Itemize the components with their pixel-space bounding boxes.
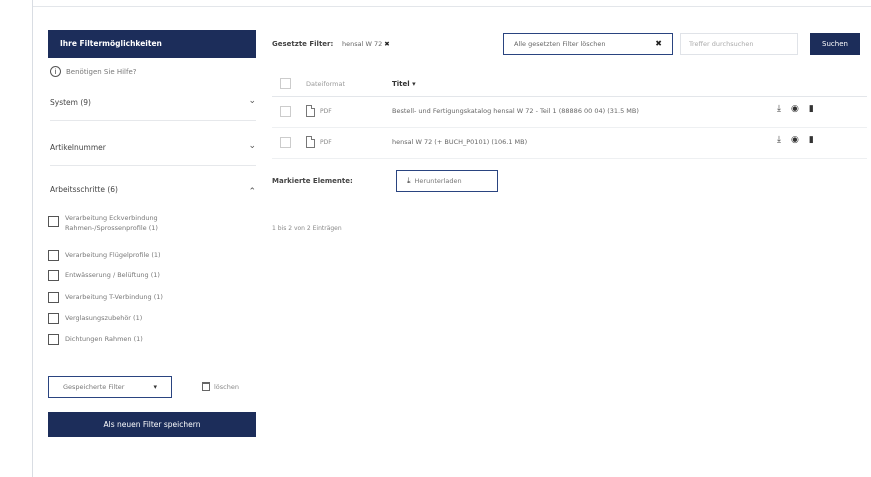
section-system[interactable]: System (9) ⌄ — [50, 96, 256, 107]
table-row: PDF Bestell- und Fertigungskatalog hensa… — [272, 97, 867, 128]
work-step-option[interactable]: Dichtungen Rahmen (1) — [48, 334, 215, 345]
checkbox[interactable] — [48, 292, 59, 303]
work-step-label: Entwässerung / Belüftung (1) — [65, 271, 160, 279]
work-step-option[interactable]: Verglasungszubehör (1) — [48, 313, 215, 324]
info-circle-icon: i — [50, 66, 61, 77]
chevron-down-icon: ⌄ — [248, 141, 256, 151]
row-actions: ⤓ ◉ ▮ — [777, 104, 814, 114]
section-system-label: System (9) — [50, 98, 91, 107]
section-article-number-label: Artikelnummer — [50, 143, 106, 152]
clear-filters-button[interactable]: Alle gesetzten Filter löschen ✖ — [503, 33, 673, 55]
select-all-checkbox[interactable] — [280, 78, 291, 89]
active-filters-label: Gesetzte Filter: — [272, 40, 334, 48]
table-row: PDF hensal W 72 (+ BUCH_P0101) (106.1 MB… — [272, 128, 867, 159]
row-checkbox[interactable] — [280, 106, 291, 117]
eye-icon[interactable]: ◉ — [791, 135, 799, 145]
table-header: Dateiformat Titel ▾ — [272, 72, 867, 97]
download-icon: ⤓ — [407, 176, 411, 185]
row-actions: ⤓ ◉ ▮ — [777, 135, 814, 145]
work-step-option[interactable]: Entwässerung / Belüftung (1) — [48, 270, 215, 281]
clear-filters-label: Alle gesetzten Filter löschen — [514, 40, 606, 48]
divider — [50, 120, 256, 121]
chevron-down-icon: ⌄ — [248, 96, 256, 106]
column-format[interactable]: Dateiformat — [306, 80, 345, 88]
help-label: Benötigen Sie Hilfe? — [66, 67, 137, 76]
trash-icon — [202, 382, 210, 391]
work-step-label: Verarbeitung Eckverbindung Rahmen-/Spros… — [65, 214, 158, 232]
close-icon: ✖ — [655, 39, 662, 48]
work-step-label: Dichtungen Rahmen (1) — [65, 335, 143, 343]
checkbox[interactable] — [48, 313, 59, 324]
row-format: PDF — [320, 139, 332, 146]
pagination-summary: 1 bis 2 von 2 Einträgen — [272, 225, 342, 232]
work-step-option[interactable]: Verarbeitung T-Verbindung (1) — [48, 292, 215, 303]
delete-filter-link[interactable]: löschen — [202, 382, 239, 391]
work-step-label: Verarbeitung Flügelprofile (1) — [65, 251, 161, 259]
book-icon[interactable]: ▮ — [809, 104, 814, 114]
sidebar-header: Ihre Filtermöglichkeiten — [48, 30, 256, 58]
marked-elements-label: Markierte Elemente: — [272, 177, 353, 185]
checkbox[interactable] — [48, 270, 59, 281]
work-step-option[interactable]: Verarbeitung Eckverbindung Rahmen-/Spros… — [48, 213, 215, 233]
checkbox[interactable] — [48, 216, 59, 227]
work-step-label: Verarbeitung T-Verbindung (1) — [65, 293, 163, 301]
row-title[interactable]: Bestell- und Fertigungskatalog hensal W … — [392, 107, 639, 115]
row-title[interactable]: hensal W 72 (+ BUCH_P0101) (106.1 MB) — [392, 138, 527, 146]
section-work-steps[interactable]: Arbeitsschritte (6) ⌃ — [50, 185, 256, 197]
download-icon[interactable]: ⤓ — [777, 135, 781, 145]
download-icon[interactable]: ⤓ — [777, 104, 781, 114]
eye-icon[interactable]: ◉ — [791, 104, 799, 114]
row-checkbox[interactable] — [280, 137, 291, 148]
delete-filter-label: löschen — [214, 382, 239, 391]
search-button[interactable]: Suchen — [810, 33, 860, 55]
chevron-up-icon: ⌃ — [248, 187, 256, 197]
close-icon[interactable]: ✖ — [384, 40, 389, 48]
checkbox[interactable] — [48, 334, 59, 345]
sort-desc-icon: ▾ — [412, 80, 416, 88]
document-icon — [306, 136, 315, 148]
download-button-label: Herunterladen — [414, 177, 462, 185]
filter-sidebar: Ihre Filtermöglichkeiten i Benötigen Sie… — [48, 0, 260, 477]
work-step-option[interactable]: Verarbeitung Flügelprofile (1) — [48, 250, 215, 261]
saved-filter-select-label: Gespeicherte Filter — [63, 383, 125, 391]
save-new-filter-button[interactable]: Als neuen Filter speichern — [48, 412, 256, 437]
saved-filter-select[interactable]: Gespeicherte Filter ▾ — [48, 376, 172, 398]
help-link[interactable]: i Benötigen Sie Hilfe? — [50, 66, 137, 77]
download-selected-button[interactable]: ⤓ Herunterladen — [396, 170, 498, 192]
filter-chip-label: hensal W 72 — [342, 40, 383, 48]
row-format: PDF — [320, 108, 332, 115]
filter-chip[interactable]: hensal W 72 ✖ — [342, 40, 390, 48]
checkbox[interactable] — [48, 250, 59, 261]
divider — [50, 165, 256, 166]
search-input[interactable] — [680, 33, 798, 55]
column-title[interactable]: Titel ▾ — [392, 80, 416, 88]
document-icon — [306, 105, 315, 117]
book-icon[interactable]: ▮ — [809, 135, 814, 145]
work-step-label: Verglasungszubehör (1) — [65, 314, 143, 322]
column-title-label: Titel — [392, 80, 410, 88]
caret-down-icon: ▾ — [153, 383, 157, 391]
section-work-steps-label: Arbeitsschritte (6) — [50, 185, 118, 194]
section-article-number[interactable]: Artikelnummer ⌄ — [50, 141, 256, 152]
